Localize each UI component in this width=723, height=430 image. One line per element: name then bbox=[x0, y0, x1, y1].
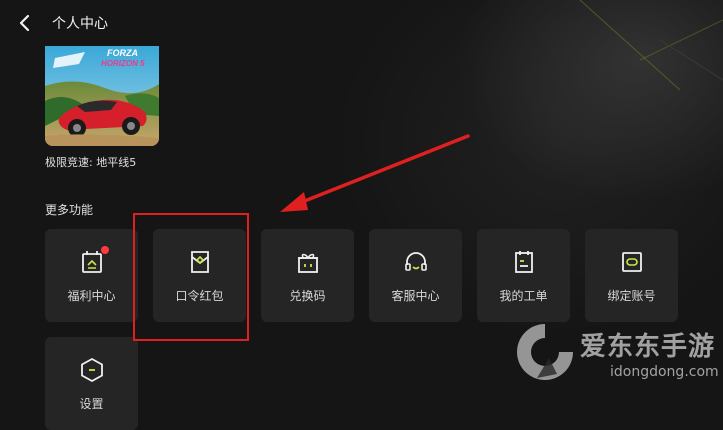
tile-label: 福利中心 bbox=[67, 289, 116, 303]
tile-my-tickets[interactable]: 我的工单 bbox=[477, 229, 570, 322]
tile-redeem-code[interactable]: 兑换码 bbox=[261, 229, 354, 322]
bind-account-icon bbox=[622, 252, 642, 272]
watermark-brand: 爱东东手游 bbox=[580, 332, 716, 362]
tile-customer-service[interactable]: 客服中心 bbox=[369, 229, 462, 322]
section-title: 更多功能 bbox=[45, 203, 94, 217]
annotation-arrow-icon bbox=[280, 134, 470, 212]
annotation-highlight-box bbox=[133, 213, 249, 341]
header-bar: 个人中心 bbox=[0, 0, 723, 46]
tile-settings[interactable]: 设置 bbox=[45, 337, 138, 430]
ticket-list-icon bbox=[515, 251, 533, 273]
redeem-gift-icon bbox=[298, 253, 318, 273]
tile-label: 客服中心 bbox=[391, 289, 440, 303]
game-caption: 极限竞速: 地平线5 bbox=[45, 156, 137, 169]
notification-badge bbox=[101, 246, 109, 254]
page-title: 个人中心 bbox=[52, 16, 108, 32]
cover-title-horizon: HORIZON 5 bbox=[101, 59, 145, 68]
hexagon-settings-icon bbox=[81, 357, 103, 383]
tile-welfare-center[interactable]: 福利中心 bbox=[45, 229, 138, 322]
gift-bag-icon bbox=[82, 251, 102, 273]
cover-title-forza: FORZA bbox=[107, 48, 138, 58]
tile-label: 设置 bbox=[79, 397, 104, 411]
headset-icon bbox=[405, 252, 427, 271]
tile-label: 兑换码 bbox=[289, 289, 326, 303]
tile-label: 绑定账号 bbox=[607, 289, 656, 303]
tile-bind-account[interactable]: 绑定账号 bbox=[585, 229, 678, 322]
watermark-url: idongdong.com bbox=[610, 364, 719, 380]
game-cover[interactable]: FORZA HORIZON 5 bbox=[45, 46, 159, 146]
tile-label: 我的工单 bbox=[499, 289, 548, 303]
back-arrow-icon[interactable] bbox=[14, 12, 36, 34]
